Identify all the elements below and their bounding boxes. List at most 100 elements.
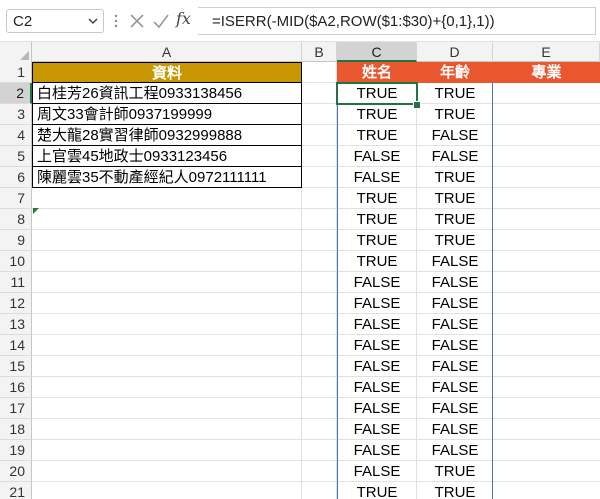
select-all-corner[interactable] — [0, 42, 32, 62]
row-header-3[interactable]: 3 — [0, 104, 32, 125]
name-box[interactable]: C2 — [6, 9, 104, 33]
bool-cell-d21[interactable]: TRUE — [417, 482, 493, 499]
bool-cell-d4[interactable]: FALSE — [417, 125, 493, 146]
bool-cell-c17[interactable]: FALSE — [337, 398, 417, 419]
fx-icon[interactable]: fx — [176, 9, 191, 28]
bool-cell-c5[interactable]: FALSE — [337, 146, 417, 167]
column-header-d[interactable]: D — [417, 42, 493, 62]
gridline-row — [32, 292, 600, 293]
bool-cell-d10[interactable]: FALSE — [417, 251, 493, 272]
gridline-row — [32, 313, 600, 314]
formula-bar: C2 fx =ISERR(-MID($A2,ROW($1:$30)+{0,1},… — [0, 0, 600, 42]
active-cell-selection[interactable] — [336, 82, 418, 105]
bool-cell-c20[interactable]: FALSE — [337, 461, 417, 482]
bool-cell-d11[interactable]: FALSE — [417, 272, 493, 293]
bool-cell-d20[interactable]: TRUE — [417, 461, 493, 482]
bool-cell-c18[interactable]: FALSE — [337, 419, 417, 440]
bool-cell-d16[interactable]: FALSE — [417, 377, 493, 398]
bool-cell-d8[interactable]: TRUE — [417, 209, 493, 230]
row-header-11[interactable]: 11 — [0, 272, 32, 293]
row-header-14[interactable]: 14 — [0, 335, 32, 356]
row-header-9[interactable]: 9 — [0, 230, 32, 251]
gridline-row — [32, 481, 600, 482]
check-icon[interactable] — [150, 10, 172, 32]
bool-cell-c12[interactable]: FALSE — [337, 293, 417, 314]
bool-cell-d14[interactable]: FALSE — [417, 335, 493, 356]
row-header-5[interactable]: 5 — [0, 146, 32, 167]
gridline-row — [32, 271, 600, 272]
row-header-7[interactable]: 7 — [0, 188, 32, 209]
row-header-15[interactable]: 15 — [0, 356, 32, 377]
bool-cell-c3[interactable]: TRUE — [337, 104, 417, 125]
bool-cell-d12[interactable]: FALSE — [417, 293, 493, 314]
row-header-13[interactable]: 13 — [0, 314, 32, 335]
bool-cell-c13[interactable]: FALSE — [337, 314, 417, 335]
gridline-row — [32, 439, 600, 440]
header-cell-profession[interactable]: 專業 — [493, 62, 600, 83]
row-header-18[interactable]: 18 — [0, 419, 32, 440]
range-border-right — [492, 83, 493, 499]
bool-cell-c15[interactable]: FALSE — [337, 356, 417, 377]
bool-cell-c14[interactable]: FALSE — [337, 335, 417, 356]
row-header-2[interactable]: 2 — [0, 83, 32, 104]
gridline-row — [32, 460, 600, 461]
row-header-1[interactable]: 1 — [0, 62, 32, 83]
bool-cell-d3[interactable]: TRUE — [417, 104, 493, 125]
bool-cell-c21[interactable]: TRUE — [337, 482, 417, 499]
bool-cell-c8[interactable]: TRUE — [337, 209, 417, 230]
range-border-left — [337, 83, 338, 499]
row-header-8[interactable]: 8 — [0, 209, 32, 230]
row-header-19[interactable]: 19 — [0, 440, 32, 461]
gridline-row — [32, 418, 600, 419]
header-cell-data[interactable]: 資料 — [32, 62, 302, 83]
row-header-16[interactable]: 16 — [0, 377, 32, 398]
error-indicator-icon — [33, 208, 39, 214]
bool-cell-c10[interactable]: TRUE — [337, 251, 417, 272]
row-header-21[interactable]: 21 — [0, 482, 32, 499]
row-header-6[interactable]: 6 — [0, 167, 32, 188]
bool-cell-d6[interactable]: TRUE — [417, 167, 493, 188]
bool-cell-d15[interactable]: FALSE — [417, 356, 493, 377]
bool-cell-c4[interactable]: TRUE — [337, 125, 417, 146]
close-icon[interactable] — [126, 10, 148, 32]
gridline-row — [32, 229, 600, 230]
bool-cell-d17[interactable]: FALSE — [417, 398, 493, 419]
bool-cell-d18[interactable]: FALSE — [417, 419, 493, 440]
name-box-value: C2 — [13, 13, 33, 30]
gridline-row — [32, 376, 600, 377]
bool-cell-d2[interactable]: TRUE — [417, 83, 493, 104]
bool-cell-c16[interactable]: FALSE — [337, 377, 417, 398]
data-cell-a4[interactable]: 楚大龍28實習律師0932999888 — [32, 125, 302, 146]
bool-cell-d19[interactable]: FALSE — [417, 440, 493, 461]
bool-cell-c9[interactable]: TRUE — [337, 230, 417, 251]
spreadsheet-grid[interactable]: A B C D E 1 2 3 4 5 6 7 8 9 10 11 12 13 14 15 16 17 18 19 2… — [0, 42, 600, 499]
bool-cell-c11[interactable]: FALSE — [337, 272, 417, 293]
row-header-20[interactable]: 20 — [0, 461, 32, 482]
row-header-17[interactable]: 17 — [0, 398, 32, 419]
row-header-4[interactable]: 4 — [0, 125, 32, 146]
data-cell-a5[interactable]: 上官雲45地政士0933123456 — [32, 146, 302, 167]
column-header-c[interactable]: C — [337, 42, 417, 62]
formula-input[interactable]: =ISERR(-MID($A2,ROW($1:$30)+{0,1},1)) — [198, 7, 596, 35]
data-cell-a2[interactable]: 白桂芳26資訊工程0933138456 — [32, 83, 302, 104]
header-cell-age[interactable]: 年齡 — [417, 62, 493, 83]
bool-cell-c19[interactable]: FALSE — [337, 440, 417, 461]
column-header-e[interactable]: E — [493, 42, 600, 62]
drag-handle-icon[interactable] — [114, 13, 118, 29]
column-header-a[interactable]: A — [32, 42, 302, 62]
bool-cell-d7[interactable]: TRUE — [417, 188, 493, 209]
bool-cell-c6[interactable]: FALSE — [337, 167, 417, 188]
data-cell-a3[interactable]: 周文33會計師0937199999 — [32, 104, 302, 125]
fill-handle[interactable] — [413, 101, 421, 109]
bool-cell-d13[interactable]: FALSE — [417, 314, 493, 335]
row-header-10[interactable]: 10 — [0, 251, 32, 272]
chevron-down-icon[interactable] — [87, 15, 99, 27]
select-all-icon — [20, 51, 29, 60]
column-header-b[interactable]: B — [302, 42, 337, 62]
bool-cell-d5[interactable]: FALSE — [417, 146, 493, 167]
bool-cell-d9[interactable]: TRUE — [417, 230, 493, 251]
header-cell-name[interactable]: 姓名 — [337, 62, 417, 83]
data-cell-a6[interactable]: 陳麗雲35不動產經紀人0972111111 — [32, 167, 302, 188]
row-header-12[interactable]: 12 — [0, 293, 32, 314]
bool-cell-c7[interactable]: TRUE — [337, 188, 417, 209]
